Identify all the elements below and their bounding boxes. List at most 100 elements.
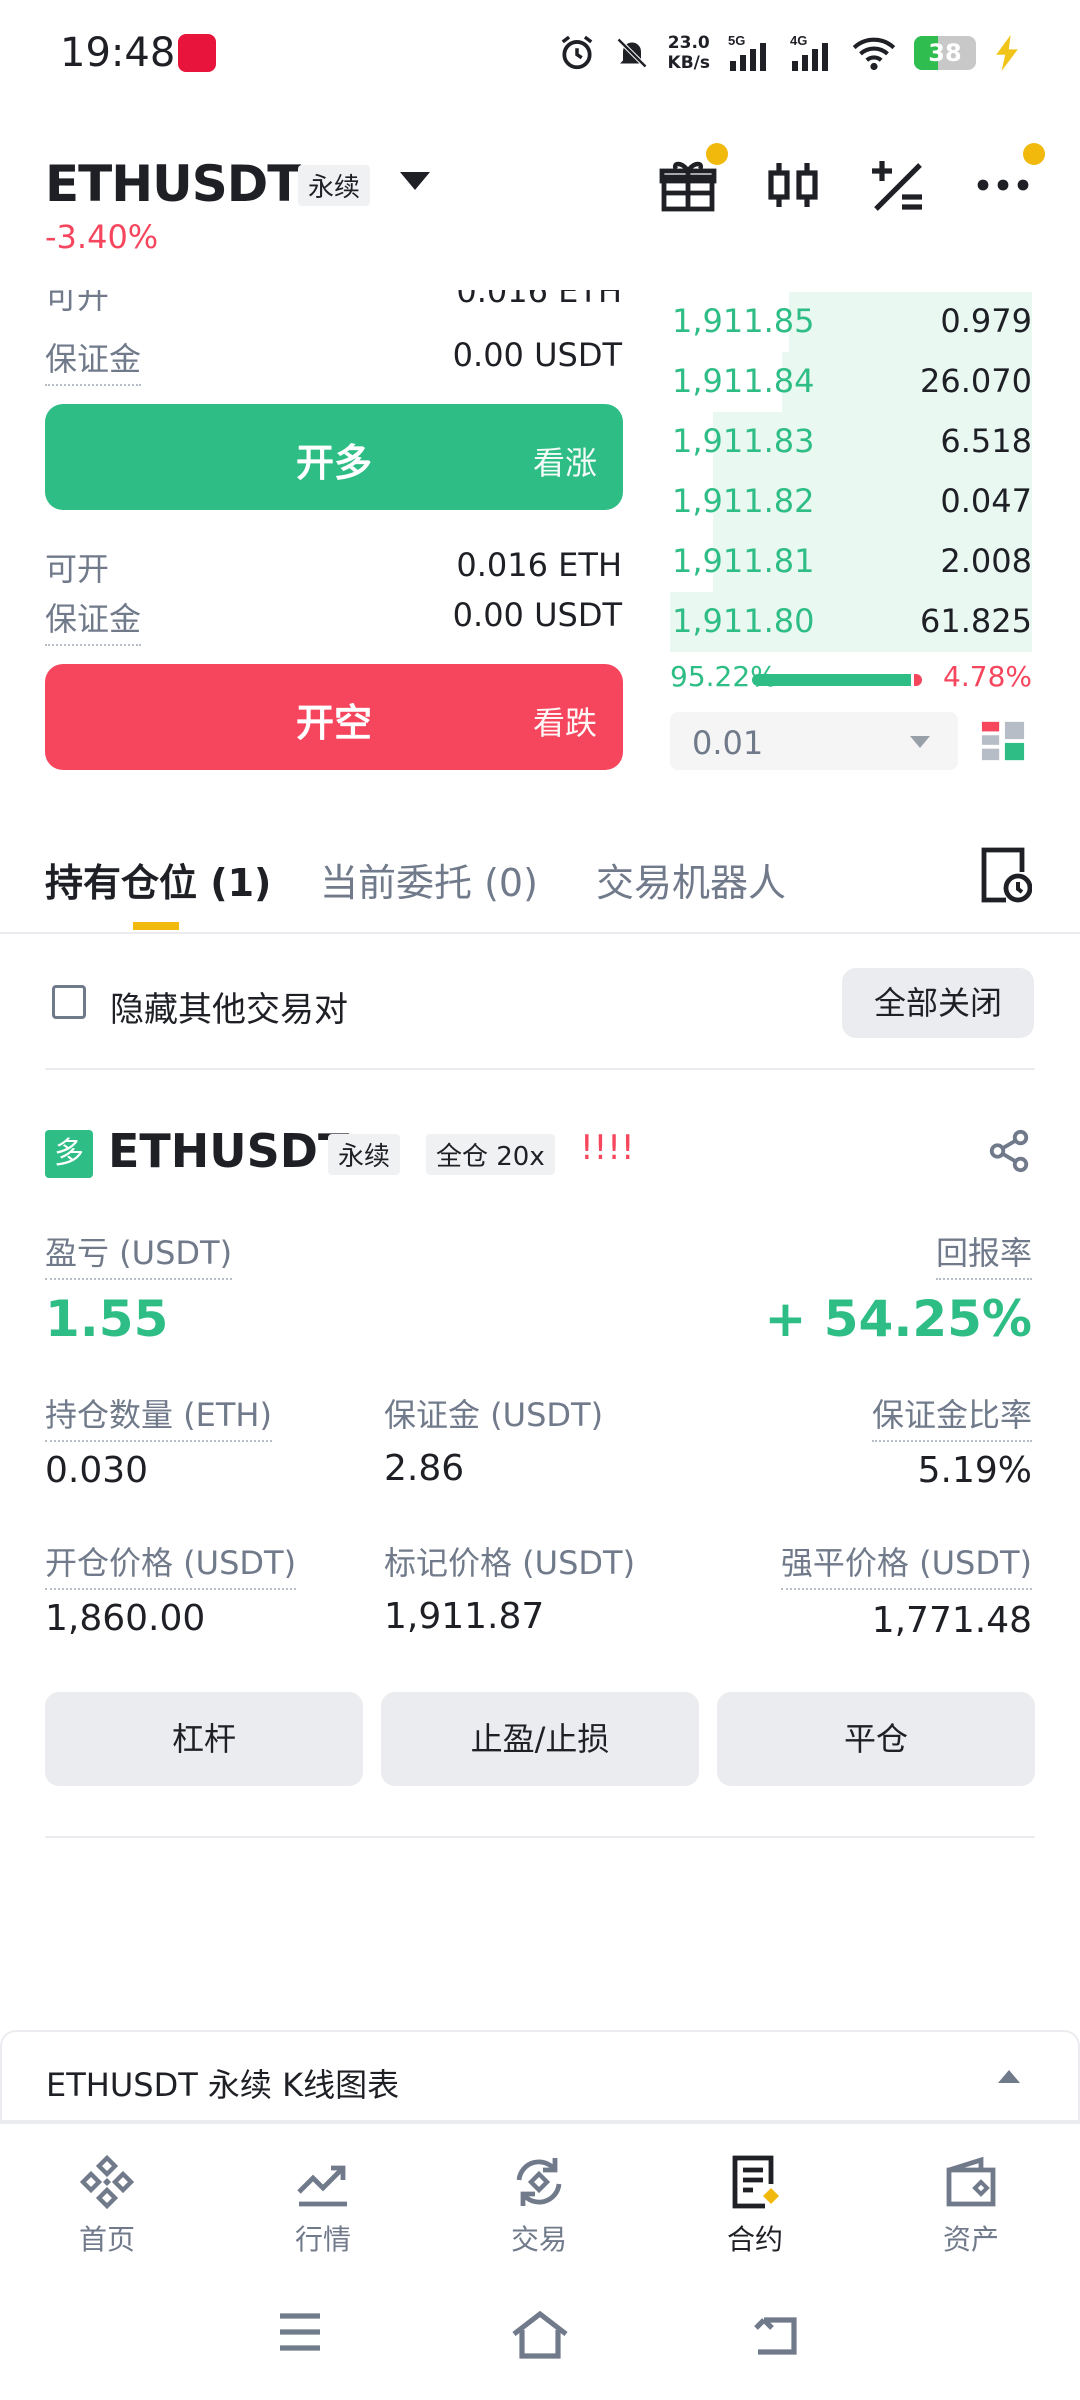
orderbook-layout-button[interactable] xyxy=(980,718,1026,768)
system-home-button[interactable] xyxy=(510,2310,570,2364)
chevron-up-icon xyxy=(998,2070,1020,2083)
app-notification-icon xyxy=(178,34,216,72)
system-back-button[interactable] xyxy=(752,2310,802,2362)
leverage-button[interactable]: 杠杆 xyxy=(45,1692,363,1786)
long-open-label: 可开 xyxy=(45,290,110,316)
alarm-icon xyxy=(561,35,592,70)
nav-home[interactable]: 首页 xyxy=(37,2152,177,2258)
bid-price: 1,911.84 xyxy=(672,362,815,400)
mute-icon xyxy=(616,37,647,69)
pnl-value: 1.55 xyxy=(45,1290,169,1348)
ratio-bar xyxy=(752,674,922,686)
position-symbol[interactable]: ETHUSDT xyxy=(108,1124,349,1178)
bid-qty: 61.825 xyxy=(920,602,1032,640)
bid-price: 1,911.82 xyxy=(672,482,815,520)
more-icon xyxy=(977,179,1029,191)
svg-text:4G: 4G xyxy=(790,33,807,48)
nav-trade[interactable]: 交易 xyxy=(469,2152,609,2258)
close-all-button[interactable]: 全部关闭 xyxy=(842,968,1034,1038)
home-icon xyxy=(79,2154,135,2210)
status-icons: 23.0 KB/s 5G 4G 38 xyxy=(558,30,1020,76)
system-menu-button[interactable] xyxy=(276,2310,324,2358)
markets-icon xyxy=(297,2165,347,2207)
chart-button[interactable] xyxy=(763,155,823,215)
hide-others-checkbox[interactable] xyxy=(52,985,86,1019)
gift-icon xyxy=(659,161,717,212)
bid-qty: 6.518 xyxy=(940,422,1032,460)
bid-price: 1,911.81 xyxy=(672,542,815,580)
pnl-label[interactable]: 盈亏 (USDT) xyxy=(45,1228,233,1280)
bid-price: 1,911.80 xyxy=(672,602,815,640)
ratio-bar-sell xyxy=(913,674,922,686)
wallet-icon xyxy=(946,2156,996,2207)
price-step-select[interactable]: 0.01 xyxy=(670,712,958,770)
hide-others-label: 隐藏其他交易对 xyxy=(110,990,348,1030)
short-margin-label[interactable]: 保证金 xyxy=(45,594,142,646)
short-margin-value: 0.00 USDT xyxy=(452,596,622,634)
charging-icon xyxy=(996,35,1018,71)
bid-price: 1,911.83 xyxy=(672,422,815,460)
share-position-button[interactable] xyxy=(986,1128,1032,1178)
nav-trade-label: 交易 xyxy=(510,2223,567,2256)
chevron-down-icon xyxy=(910,736,930,748)
open-short-button[interactable]: 开空 看跌 xyxy=(45,664,623,770)
orderbook-row[interactable]: 1,911.82 0.047 xyxy=(670,472,1032,532)
long-margin-value: 0.00 USDT xyxy=(452,336,622,374)
margin-value: 2.86 xyxy=(384,1448,465,1489)
kline-chart-bar[interactable]: ETHUSDT 永续 K线图表 xyxy=(0,2030,1080,2122)
orderbook-row[interactable]: 1,911.81 2.008 xyxy=(670,532,1032,592)
symbol-title[interactable]: ETHUSDT xyxy=(45,155,301,213)
open-long-button[interactable]: 开多 看涨 xyxy=(45,404,623,510)
mark-price-value: 1,911.87 xyxy=(384,1596,545,1637)
margin-ratio-label[interactable]: 保证金比率 xyxy=(871,1390,1032,1442)
margin-label: 保证金 (USDT) xyxy=(384,1396,604,1434)
roe-label[interactable]: 回报率 xyxy=(935,1228,1032,1280)
tab-open-orders[interactable]: 当前委托 (0) xyxy=(320,852,538,907)
tab-positions[interactable]: 持有仓位 (1) xyxy=(45,852,271,907)
symbol-dropdown-icon[interactable] xyxy=(400,172,430,190)
nav-markets[interactable]: 行情 xyxy=(253,2152,393,2258)
price-change: -3.40% xyxy=(45,218,159,256)
long-margin-label[interactable]: 保证金 xyxy=(45,334,142,386)
nav-home-label: 首页 xyxy=(78,2223,135,2256)
tpsl-button[interactable]: 止盈/止损 xyxy=(381,1692,699,1786)
nav-futures[interactable]: 合约 xyxy=(685,2152,825,2258)
orderbook-row[interactable]: 1,911.83 6.518 xyxy=(670,412,1032,472)
bid-qty: 26.070 xyxy=(920,362,1032,400)
liq-price-value: 1,771.48 xyxy=(871,1600,1032,1641)
svg-text:5G: 5G xyxy=(728,33,745,48)
orderbook-row[interactable]: 1,911.85 0.979 xyxy=(670,292,1032,352)
liq-price-label[interactable]: 强平价格 (USDT) xyxy=(780,1538,1032,1590)
wifi-icon xyxy=(852,37,896,71)
calculator-icon xyxy=(872,161,922,211)
adl-indicator: !!!! xyxy=(580,1128,635,1168)
status-time: 19:48 xyxy=(60,30,176,76)
close-position-button[interactable]: 平仓 xyxy=(717,1692,1035,1786)
bid-qty: 0.047 xyxy=(940,482,1032,520)
orderbook-row[interactable]: 1,911.84 26.070 xyxy=(670,352,1032,412)
position-side-badge: 多 xyxy=(45,1130,93,1178)
trade-icon xyxy=(516,2158,562,2206)
open-long-sub: 看涨 xyxy=(532,444,597,482)
more-button[interactable] xyxy=(973,143,1045,215)
margin-ratio-value: 5.19% xyxy=(917,1450,1032,1491)
entry-price-label[interactable]: 开仓价格 (USDT) xyxy=(45,1538,297,1590)
nav-assets[interactable]: 资产 xyxy=(901,2152,1041,2258)
open-short-sub: 看跌 xyxy=(532,704,597,742)
calculator-button[interactable] xyxy=(868,155,928,215)
gift-badge xyxy=(706,143,728,165)
orderbook-row[interactable]: 1,911.80 61.825 xyxy=(670,592,1032,652)
position-end-divider xyxy=(45,1836,1035,1838)
order-history-button[interactable] xyxy=(980,846,1033,908)
battery-icon: 38 xyxy=(914,36,976,70)
entry-price-value: 1,860.00 xyxy=(45,1598,206,1639)
bid-qty: 0.979 xyxy=(940,302,1032,340)
positions-divider xyxy=(45,1068,1035,1070)
position-mode-tag[interactable]: 全仓 20x xyxy=(426,1134,555,1175)
candlestick-icon xyxy=(768,163,818,207)
nav-assets-label: 资产 xyxy=(942,2223,999,2256)
size-label[interactable]: 持仓数量 (ETH) xyxy=(45,1390,272,1442)
contract-type-tag: 永续 xyxy=(298,165,371,206)
gift-button[interactable] xyxy=(658,143,728,215)
tab-trading-bots[interactable]: 交易机器人 xyxy=(596,852,786,907)
